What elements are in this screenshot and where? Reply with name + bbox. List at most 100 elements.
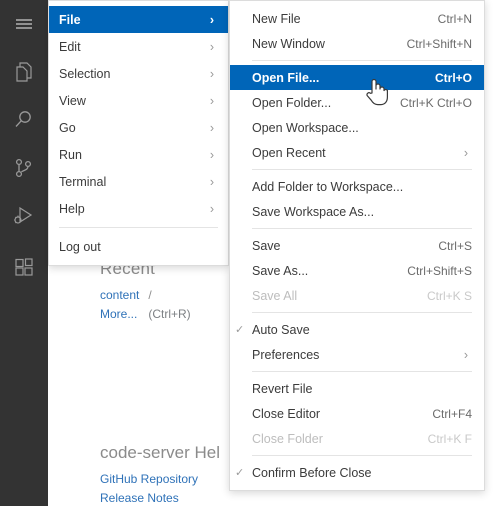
menu-item-save-all: Save All Ctrl+K S: [230, 283, 484, 308]
chevron-right-icon: ›: [209, 174, 215, 189]
menu-item-go-label: Go: [59, 120, 76, 135]
menu-item-auto-save[interactable]: ✓ Auto Save: [230, 317, 484, 342]
menu-item-open-workspace[interactable]: Open Workspace...: [230, 115, 484, 140]
menu-item-selection-label: Selection: [59, 66, 111, 81]
checkmark-icon: ✓: [235, 467, 245, 479]
file-submenu: New File Ctrl+N New Window Ctrl+Shift+N …: [229, 0, 485, 491]
menu-item-help-label: Help: [59, 201, 85, 216]
hamburger-menu-icon: [12, 12, 36, 36]
menu-separator: [252, 60, 472, 61]
menu-item-save-all-shortcut: Ctrl+K S: [426, 288, 472, 303]
menu-item-preferences[interactable]: Preferences ›: [230, 342, 484, 367]
menu-item-save-workspace-as[interactable]: Save Workspace As...: [230, 199, 484, 224]
menu-item-close-folder-shortcut: Ctrl+K F: [427, 431, 472, 446]
menu-item-file[interactable]: File ›: [49, 6, 228, 33]
activity-item-menu[interactable]: [0, 0, 48, 48]
menu-item-save-as-shortcut: Ctrl+Shift+S: [407, 263, 472, 278]
recent-more-label[interactable]: More...: [100, 307, 137, 321]
activity-item-run-debug[interactable]: [0, 192, 48, 240]
menu-item-revert-file[interactable]: Revert File: [230, 376, 484, 401]
menu-item-save-all-label: Save All: [252, 288, 298, 303]
menu-separator: [252, 455, 472, 456]
menu-item-open-recent-label: Open Recent: [252, 145, 326, 160]
menu-item-close-editor-shortcut: Ctrl+F4: [432, 406, 472, 421]
menu-item-save-shortcut: Ctrl+S: [438, 238, 472, 253]
menu-item-add-folder-to-workspace-label: Add Folder to Workspace...: [252, 179, 404, 194]
menu-item-revert-file-label: Revert File: [252, 381, 313, 396]
chevron-right-icon: ›: [209, 201, 215, 216]
menu-item-new-file-shortcut: Ctrl+N: [437, 11, 472, 26]
activity-bar: [0, 0, 48, 506]
menu-item-open-file-shortcut: Ctrl+O: [434, 70, 472, 85]
recent-more-shortcut: (Ctrl+R): [148, 307, 191, 321]
menu-item-new-window-label: New Window: [252, 36, 325, 51]
chevron-right-icon: ›: [463, 145, 469, 160]
files-explorer-icon: [11, 59, 37, 85]
menu-item-confirm-before-close[interactable]: ✓ Confirm Before Close: [230, 460, 484, 485]
menu-item-open-folder[interactable]: Open Folder... Ctrl+K Ctrl+O: [230, 90, 484, 115]
menu-item-edit[interactable]: Edit ›: [49, 33, 228, 60]
menu-item-close-folder: Close Folder Ctrl+K F: [230, 426, 484, 451]
help-link-release-notes[interactable]: Release Notes: [100, 489, 400, 506]
menu-separator: [252, 312, 472, 313]
menu-item-auto-save-label: Auto Save: [252, 322, 310, 337]
menu-item-open-file-label: Open File...: [252, 70, 320, 85]
menu-item-log-out[interactable]: Log out: [49, 233, 228, 260]
recent-item-name[interactable]: content: [100, 288, 139, 302]
menu-separator: [252, 371, 472, 372]
activity-item-explorer[interactable]: [0, 48, 48, 96]
menu-item-new-window-shortcut: Ctrl+Shift+N: [406, 36, 472, 51]
menu-item-save-label: Save: [252, 238, 281, 253]
extensions-icon: [11, 255, 37, 281]
menu-item-save[interactable]: Save Ctrl+S: [230, 233, 484, 258]
chevron-right-icon: ›: [209, 93, 215, 108]
chevron-right-icon: ›: [209, 66, 215, 81]
menu-item-run[interactable]: Run ›: [49, 141, 228, 168]
menu-item-save-as[interactable]: Save As... Ctrl+Shift+S: [230, 258, 484, 283]
menu-item-preferences-label: Preferences: [252, 347, 320, 362]
menu-item-edit-label: Edit: [59, 39, 81, 54]
chevron-right-icon: ›: [209, 120, 215, 135]
checkmark-icon: ✓: [235, 324, 245, 336]
menu-item-close-editor[interactable]: Close Editor Ctrl+F4: [230, 401, 484, 426]
help-link-github-label[interactable]: GitHub Repository: [100, 472, 198, 486]
activity-item-extensions[interactable]: [0, 244, 48, 292]
menu-item-add-folder-to-workspace[interactable]: Add Folder to Workspace...: [230, 174, 484, 199]
menu-item-new-file[interactable]: New File Ctrl+N: [230, 6, 484, 31]
run-and-debug-icon: [11, 203, 37, 229]
menu-separator: [252, 228, 472, 229]
menu-item-confirm-before-close-label: Confirm Before Close: [252, 465, 372, 480]
search-icon: [11, 107, 37, 133]
menu-item-open-folder-label: Open Folder...: [252, 95, 332, 110]
menu-item-open-folder-shortcut: Ctrl+K Ctrl+O: [399, 95, 472, 110]
menu-item-close-editor-label: Close Editor: [252, 406, 321, 421]
source-control-icon: [11, 155, 37, 181]
recent-item-path: /: [148, 288, 152, 302]
application-menu: File › Edit › Selection › View › Go › Ru…: [48, 0, 229, 266]
menu-item-file-label: File: [59, 12, 81, 27]
chevron-right-icon: ›: [209, 12, 215, 27]
menu-item-view-label: View: [59, 93, 86, 108]
menu-item-log-out-label: Log out: [59, 239, 101, 254]
activity-item-search[interactable]: [0, 96, 48, 144]
menu-item-help[interactable]: Help ›: [49, 195, 228, 222]
menu-item-save-as-label: Save As...: [252, 263, 309, 278]
menu-item-close-folder-label: Close Folder: [252, 431, 323, 446]
app-window: Recent content / More... (Ctrl+R) code-ser…: [0, 0, 500, 506]
help-link-release-notes-label[interactable]: Release Notes: [100, 491, 179, 505]
menu-item-view[interactable]: View ›: [49, 87, 228, 114]
menu-separator: [252, 169, 472, 170]
menu-item-open-file[interactable]: Open File... Ctrl+O: [230, 65, 484, 90]
menu-item-new-file-label: New File: [252, 11, 301, 26]
menu-item-save-workspace-as-label: Save Workspace As...: [252, 204, 375, 219]
menu-item-go[interactable]: Go ›: [49, 114, 228, 141]
menu-item-new-window[interactable]: New Window Ctrl+Shift+N: [230, 31, 484, 56]
menu-item-open-workspace-label: Open Workspace...: [252, 120, 359, 135]
menu-item-run-label: Run: [59, 147, 82, 162]
chevron-right-icon: ›: [209, 39, 215, 54]
menu-item-terminal[interactable]: Terminal ›: [49, 168, 228, 195]
activity-item-source-control[interactable]: [0, 144, 48, 192]
menu-item-selection[interactable]: Selection ›: [49, 60, 228, 87]
menu-item-open-recent[interactable]: Open Recent ›: [230, 140, 484, 165]
menu-separator: [59, 227, 218, 228]
